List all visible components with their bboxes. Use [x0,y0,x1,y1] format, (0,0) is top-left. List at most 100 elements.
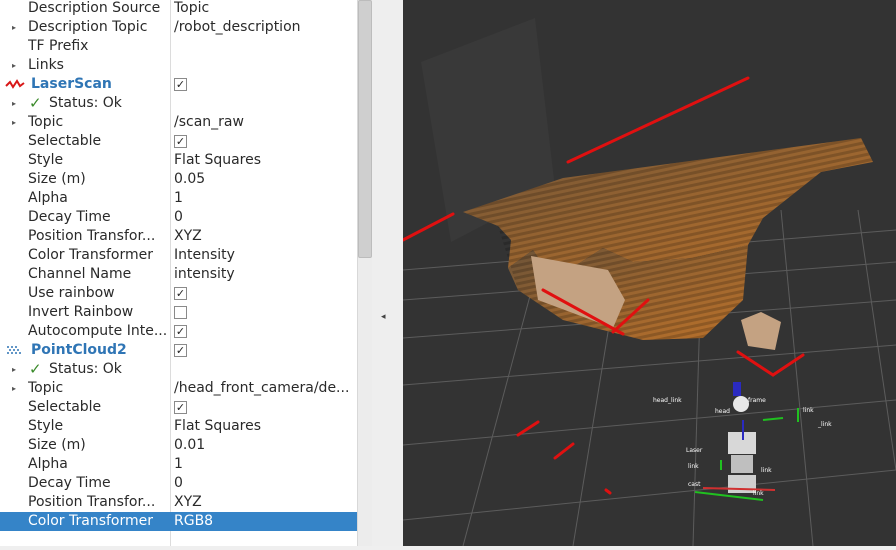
property-name: Channel Name [28,266,132,282]
property-row-status-ok[interactable]: ▸ ✓ Status: Ok [0,360,357,379]
property-row-laserscan[interactable]: LaserScan ✓ [0,75,357,94]
property-row-description-source[interactable]: Description Source Topic [0,0,357,18]
scrollbar-thumb[interactable] [358,0,372,258]
svg-text:_link: _link [817,421,832,428]
property-name: Size (m) [28,437,86,453]
property-row-size-m[interactable]: Size (m) 0.05 [0,170,357,189]
property-row-selectable[interactable]: Selectable ✓ [0,132,357,151]
property-row-size-m[interactable]: Size (m) 0.01 [0,436,357,455]
property-name: Status: Ok [49,95,122,111]
property-row-style[interactable]: Style Flat Squares [0,417,357,436]
property-value[interactable]: 1 [174,189,354,208]
property-name: Color Transformer [28,513,154,529]
property-value[interactable]: Topic [174,0,354,18]
property-value[interactable]: /scan_raw [174,113,354,132]
property-name: Position Transfor... [28,228,156,244]
property-name: Alpha [28,456,68,472]
property-value[interactable]: Intensity [174,246,354,265]
property-name: Status: Ok [49,361,122,377]
expand-arrow-icon[interactable]: ▸ [12,113,16,132]
property-name: Selectable [28,133,102,149]
svg-text:link: link [753,490,764,497]
property-name: Color Transformer [28,247,154,263]
property-value[interactable]: 1 [174,455,354,474]
property-name: Use rainbow [28,285,115,301]
property-row-alpha[interactable]: Alpha 1 [0,189,357,208]
svg-text:link: link [688,463,699,470]
property-row-links[interactable]: ▸ Links [0,56,357,75]
property-checkbox[interactable]: ✓ [174,325,187,338]
property-checkbox[interactable]: ✓ [174,78,187,91]
svg-text:link: link [761,467,772,474]
property-row-use-rainbow[interactable]: Use rainbow ✓ [0,284,357,303]
property-name: Invert Rainbow [28,304,134,320]
property-name: Size (m) [28,171,86,187]
expand-arrow-icon[interactable]: ▸ [12,379,16,398]
property-row-channel-name[interactable]: Channel Name intensity [0,265,357,284]
property-value[interactable]: XYZ [174,493,354,512]
expand-arrow-icon[interactable]: ▸ [12,18,16,37]
expand-arrow-icon[interactable]: ▸ [12,56,16,75]
expand-arrow-icon[interactable]: ▸ [12,94,16,113]
property-checkbox[interactable]: ✓ [174,344,187,357]
expand-arrow-icon[interactable]: ▸ [12,360,16,379]
3d-viewport[interactable]: head_link frame head link _link Laser li… [401,0,896,547]
property-name: Alpha [28,190,68,206]
property-name: TF Prefix [28,38,89,54]
property-name: LaserScan [31,76,112,92]
property-value[interactable]: XYZ [174,227,354,246]
property-value[interactable]: Flat Squares [174,151,354,170]
svg-text:frame: frame [748,397,766,404]
property-name: Topic [28,114,64,130]
3d-scene: head_link frame head link _link Laser li… [401,18,896,547]
property-row-status-ok[interactable]: ▸ ✓ Status: Ok [0,94,357,113]
property-name: Decay Time [28,475,111,491]
property-name: Description Source [28,0,161,16]
property-row-color-transformer[interactable]: Color Transformer Intensity [0,246,357,265]
property-row-alpha[interactable]: Alpha 1 [0,455,357,474]
property-name: Decay Time [28,209,111,225]
svg-text:Laser: Laser [686,447,703,454]
property-value[interactable]: 0 [174,208,354,227]
robot-model: head_link frame head link _link Laser li… [653,382,832,501]
property-row-invert-rainbow[interactable]: Invert Rainbow [0,303,357,322]
property-name: Position Transfor... [28,494,156,510]
svg-text:head_link: head_link [653,397,682,404]
property-value[interactable]: intensity [174,265,354,284]
property-row-autocompute-inte[interactable]: Autocompute Inte... ✓ [0,322,357,341]
property-value[interactable]: RGB8 [174,512,354,531]
property-row-color-transformer[interactable]: Color Transformer RGB8 [0,512,357,531]
property-checkbox[interactable] [174,306,187,319]
property-name: Links [28,57,64,73]
collapse-arrow-icon[interactable]: ◂ [381,312,386,322]
property-value[interactable]: /robot_description [174,18,354,37]
property-name: Selectable [28,399,102,415]
property-name: PointCloud2 [31,342,127,358]
property-row-position-transfor[interactable]: Position Transfor... XYZ [0,493,357,512]
property-row-decay-time[interactable]: Decay Time 0 [0,474,357,493]
property-name: Style [28,418,64,434]
property-name: Autocompute Inte... [28,323,168,339]
property-row-tf-prefix[interactable]: TF Prefix [0,37,357,56]
property-value[interactable]: /head_front_camera/de... [174,379,354,398]
property-row-selectable[interactable]: Selectable ✓ [0,398,357,417]
property-name: Style [28,152,64,168]
property-value[interactable]: 0.01 [174,436,354,455]
property-row-decay-time[interactable]: Decay Time 0 [0,208,357,227]
panel-splitter[interactable] [372,0,403,546]
property-checkbox[interactable]: ✓ [174,135,187,148]
svg-text:link: link [803,407,814,414]
property-value[interactable]: 0.05 [174,170,354,189]
property-row-topic[interactable]: ▸ Topic/head_front_camera/de... [0,379,357,398]
property-checkbox[interactable]: ✓ [174,287,187,300]
property-name: Description Topic [28,19,148,35]
property-checkbox[interactable]: ✓ [174,401,187,414]
property-value[interactable]: 0 [174,474,354,493]
property-row-topic[interactable]: ▸ Topic/scan_raw [0,113,357,132]
property-row-style[interactable]: Style Flat Squares [0,151,357,170]
property-row-description-topic[interactable]: ▸ Description Topic/robot_description [0,18,357,37]
property-row-pointcloud2[interactable]: PointCloud2 ✓ [0,341,357,360]
property-value[interactable]: Flat Squares [174,417,354,436]
status-ok-icon: ✓ [29,94,42,112]
property-row-position-transfor[interactable]: Position Transfor... XYZ [0,227,357,246]
